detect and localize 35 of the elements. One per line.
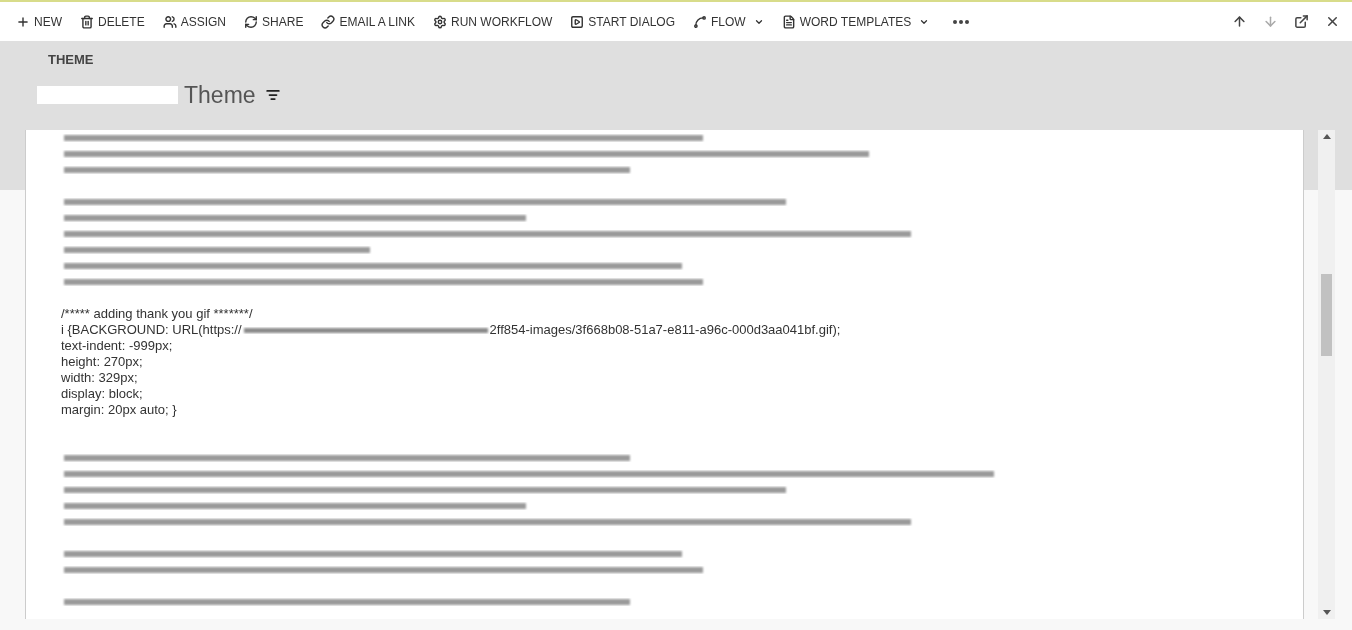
code-line: display: block; [61, 386, 144, 402]
popout-icon[interactable] [1294, 14, 1309, 29]
code-line: i {BACKGROUND: URL(https:// [61, 322, 242, 338]
toolbar-button[interactable]: WORD TEMPLATES [781, 12, 930, 31]
link-icon [321, 14, 336, 29]
code-line: /***** adding thank you gif *******/ [61, 306, 254, 322]
more-icon [953, 19, 970, 24]
circular-arrows-icon [244, 14, 259, 29]
code-line: width: 329px; [61, 370, 139, 386]
gear-icon [433, 14, 447, 29]
play-icon [570, 14, 585, 29]
toolbar-button[interactable]: RUN WORKFLOW [433, 12, 553, 31]
toolbar-button[interactable]: DELETE [80, 12, 145, 31]
scrollbar[interactable] [1318, 130, 1335, 619]
up-arrow-icon[interactable] [1232, 14, 1247, 29]
toolbar-button[interactable]: SHARE [244, 12, 304, 31]
more-button[interactable] [953, 19, 970, 24]
people-icon [162, 14, 177, 29]
trash-icon [80, 14, 94, 29]
toolbar-button[interactable]: EMAIL A LINK [321, 12, 415, 31]
toolbar-button[interactable]: START DIALOG [570, 12, 675, 31]
code-line: text-indent: -999px; [61, 338, 174, 354]
plus-icon [16, 14, 30, 29]
close-icon[interactable] [1325, 14, 1340, 29]
view-switcher-icon[interactable] [265, 88, 280, 102]
document-icon [781, 14, 796, 29]
toolbar-button[interactable]: NEW [16, 12, 62, 31]
code-line: height: 270px; [61, 354, 144, 370]
toolbar-button[interactable]: FLOW [693, 12, 764, 31]
code-line: margin: 20px auto; } [61, 402, 178, 418]
entity-label: THEME [48, 52, 95, 68]
toolbar-button[interactable]: ASSIGN [162, 12, 227, 31]
record-title: Theme [184, 81, 256, 109]
code-line: 2ff854-images/3f668b08-51a7-e811-a96c-000d3aa041bf.gif); [489, 322, 841, 338]
connector-icon [693, 14, 707, 29]
